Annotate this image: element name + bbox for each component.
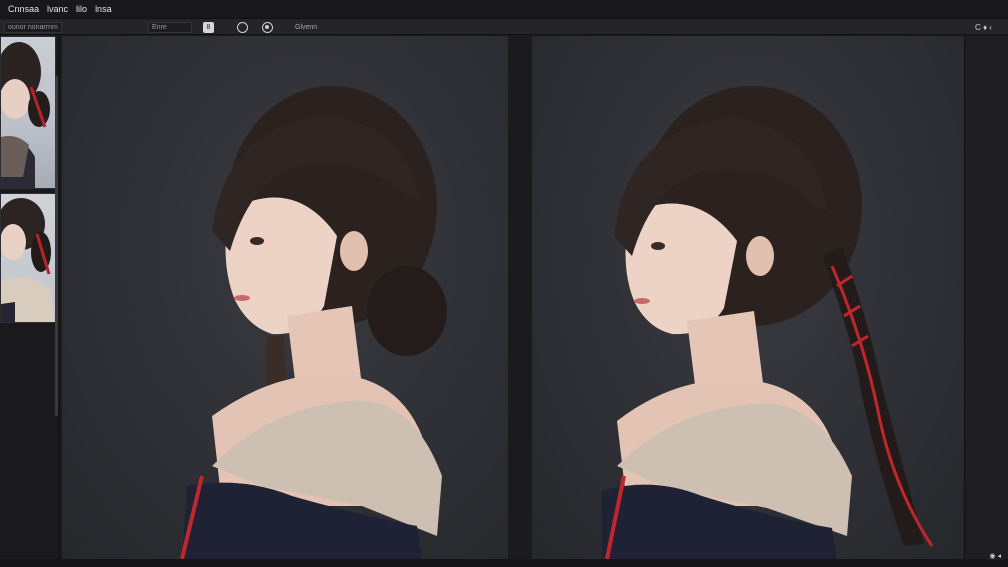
thumbnail-2[interactable] (0, 193, 56, 323)
portrait-right (602, 86, 934, 559)
target-icon[interactable] (262, 22, 273, 33)
toolbar-button[interactable]: 8 (203, 22, 214, 33)
portrait-left (180, 86, 447, 559)
panel-divider[interactable] (508, 36, 532, 559)
status-bar (0, 559, 1008, 567)
canvas-left[interactable] (62, 36, 508, 559)
view-label[interactable]: Glvenn (295, 22, 317, 33)
thumbnail-1[interactable] (0, 36, 56, 189)
toolbar-field-1[interactable]: ounor nonarrnm (4, 22, 62, 33)
menu-item-2[interactable]: lvanc (45, 0, 70, 18)
menu-item-1[interactable]: Cnnsaa (6, 0, 41, 18)
status-icons[interactable]: ◉ ◂ (986, 552, 1004, 560)
menu-item-4[interactable]: lnsa (93, 0, 114, 18)
circle-icon[interactable] (237, 22, 248, 33)
menu-bar: Cnnsaa lvanc lilo lnsa (0, 0, 1008, 18)
menu-item-3[interactable]: lilo (74, 0, 89, 18)
sidebar-scrollbar[interactable] (55, 76, 58, 416)
canvas-right[interactable] (532, 36, 964, 559)
toolbar-field-2[interactable]: Enre (148, 22, 192, 33)
right-panel-strip (964, 36, 1008, 559)
thumbnail-sidebar (0, 36, 60, 567)
toolbar-right-icons[interactable]: C ♦ ‹ (975, 22, 992, 33)
toolbar: ounor nonarrnm Enre 8 Glvenn C ♦ ‹ (0, 18, 1008, 35)
